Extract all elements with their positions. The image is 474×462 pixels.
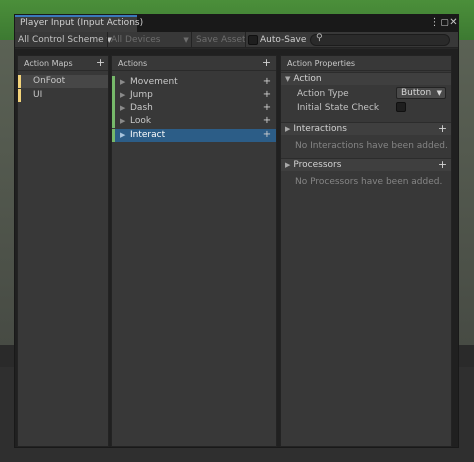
add-interaction-button[interactable]: + [437,123,448,135]
action-item-movement[interactable]: ▶ Movement + [112,76,276,89]
add-action-map-button[interactable]: + [95,57,106,69]
chevron-down-icon: ▼ [285,75,291,83]
interactions-empty-message: No Interactions have been added. [295,141,448,151]
action-maps-panel: Action Maps + OnFoot UI [17,55,109,447]
action-section-header[interactable]: ▼ Action [281,72,451,85]
expand-arrow-icon: ▶ [120,78,126,86]
close-icon[interactable]: ✕ [448,17,459,29]
interactions-section-header[interactable]: ▶ Interactions + [281,122,451,135]
processors-section-label: Processors [293,160,342,170]
expand-arrow-icon: ▶ [120,131,126,139]
chevron-down-icon: ▼ [436,89,442,97]
chevron-down-icon: ▼ [183,36,189,44]
action-color-stripe [112,129,115,142]
title-bar: Player Input (Input Actions) ⋮ ▢ ✕ [15,15,458,32]
devices-dropdown[interactable]: All Devices ▼ [111,33,189,47]
action-color-stripe [112,102,115,115]
action-color-stripe [112,115,115,128]
action-label: Interact [130,130,166,140]
auto-save-label: Auto-Save [260,35,307,45]
action-map-item-ui[interactable]: UI [18,89,108,102]
action-map-color-stripe [18,75,21,88]
add-binding-icon[interactable]: + [261,76,273,89]
expand-arrow-icon: ▶ [120,117,126,125]
window-title: Player Input (Input Actions) [20,18,144,28]
action-item-dash[interactable]: ▶ Dash + [112,102,276,115]
action-type-value: Button [401,88,432,98]
action-map-label: UI [33,90,43,100]
toolbar-divider [245,32,246,48]
actions-panel: Actions + ▶ Movement + ▶ Jump + ▶ Dash + [111,55,277,447]
toolbar-divider [107,32,108,48]
action-section-label: Action [293,74,322,84]
action-label: Look [130,116,152,126]
toolbar-divider [191,32,192,48]
processors-empty-message: No Processors have been added. [295,177,443,187]
action-item-look[interactable]: ▶ Look + [112,115,276,128]
expand-arrow-icon: ▶ [120,91,126,99]
initial-state-check-label: Initial State Check [297,103,380,113]
scene-background-right [459,40,474,345]
scene-background-left [0,40,14,345]
control-scheme-label: All Control Scheme [18,35,104,45]
window-tab[interactable]: Player Input (Input Actions) [15,15,143,32]
action-properties-title: Action Properties [287,59,356,68]
action-map-label: OnFoot [33,76,66,86]
action-color-stripe [112,76,115,89]
expand-arrow-icon: ▶ [120,104,126,112]
add-binding-icon[interactable]: + [261,102,273,115]
action-properties-panel: Action Properties ▼ Action Action Type Bu… [280,55,452,447]
search-input[interactable]: ⚲ [310,33,450,46]
action-type-label: Action Type [297,89,349,99]
action-item-interact[interactable]: ▶ Interact + [112,129,276,142]
actions-title: Actions [118,59,148,68]
toolbar: All Control Scheme ▼ All Devices ▼ Save … [15,32,458,48]
action-label: Dash [130,103,153,113]
chevron-right-icon: ▶ [285,125,291,133]
input-actions-window: Player Input (Input Actions) ⋮ ▢ ✕ All C… [14,14,459,448]
action-item-jump[interactable]: ▶ Jump + [112,89,276,102]
action-color-stripe [112,89,115,102]
add-processor-button[interactable]: + [437,159,448,171]
search-icon: ⚲ [316,33,323,43]
action-map-color-stripe [18,89,21,102]
add-action-button[interactable]: + [261,57,272,69]
processors-section-header[interactable]: ▶ Processors + [281,158,451,171]
action-properties-header: Action Properties [281,56,451,71]
editor-body: Action Maps + OnFoot UI Actions + ▶ Move… [15,49,458,447]
action-label: Movement [130,77,178,87]
auto-save-checkbox[interactable] [248,35,258,45]
add-binding-icon[interactable]: + [261,129,273,142]
save-asset-button[interactable]: Save Asset [196,33,246,47]
action-type-dropdown[interactable]: Button ▼ [396,87,446,99]
action-map-item-onfoot[interactable]: OnFoot [18,75,108,88]
devices-label: All Devices [111,35,161,45]
actions-header: Actions [112,56,276,71]
interactions-section-label: Interactions [293,124,347,134]
action-maps-title: Action Maps [24,59,73,68]
chevron-right-icon: ▶ [285,161,291,169]
add-binding-icon[interactable]: + [261,115,273,128]
initial-state-check-checkbox[interactable] [396,102,406,112]
control-scheme-dropdown[interactable]: All Control Scheme ▼ [18,33,112,47]
action-label: Jump [130,90,153,100]
add-binding-icon[interactable]: + [261,89,273,102]
